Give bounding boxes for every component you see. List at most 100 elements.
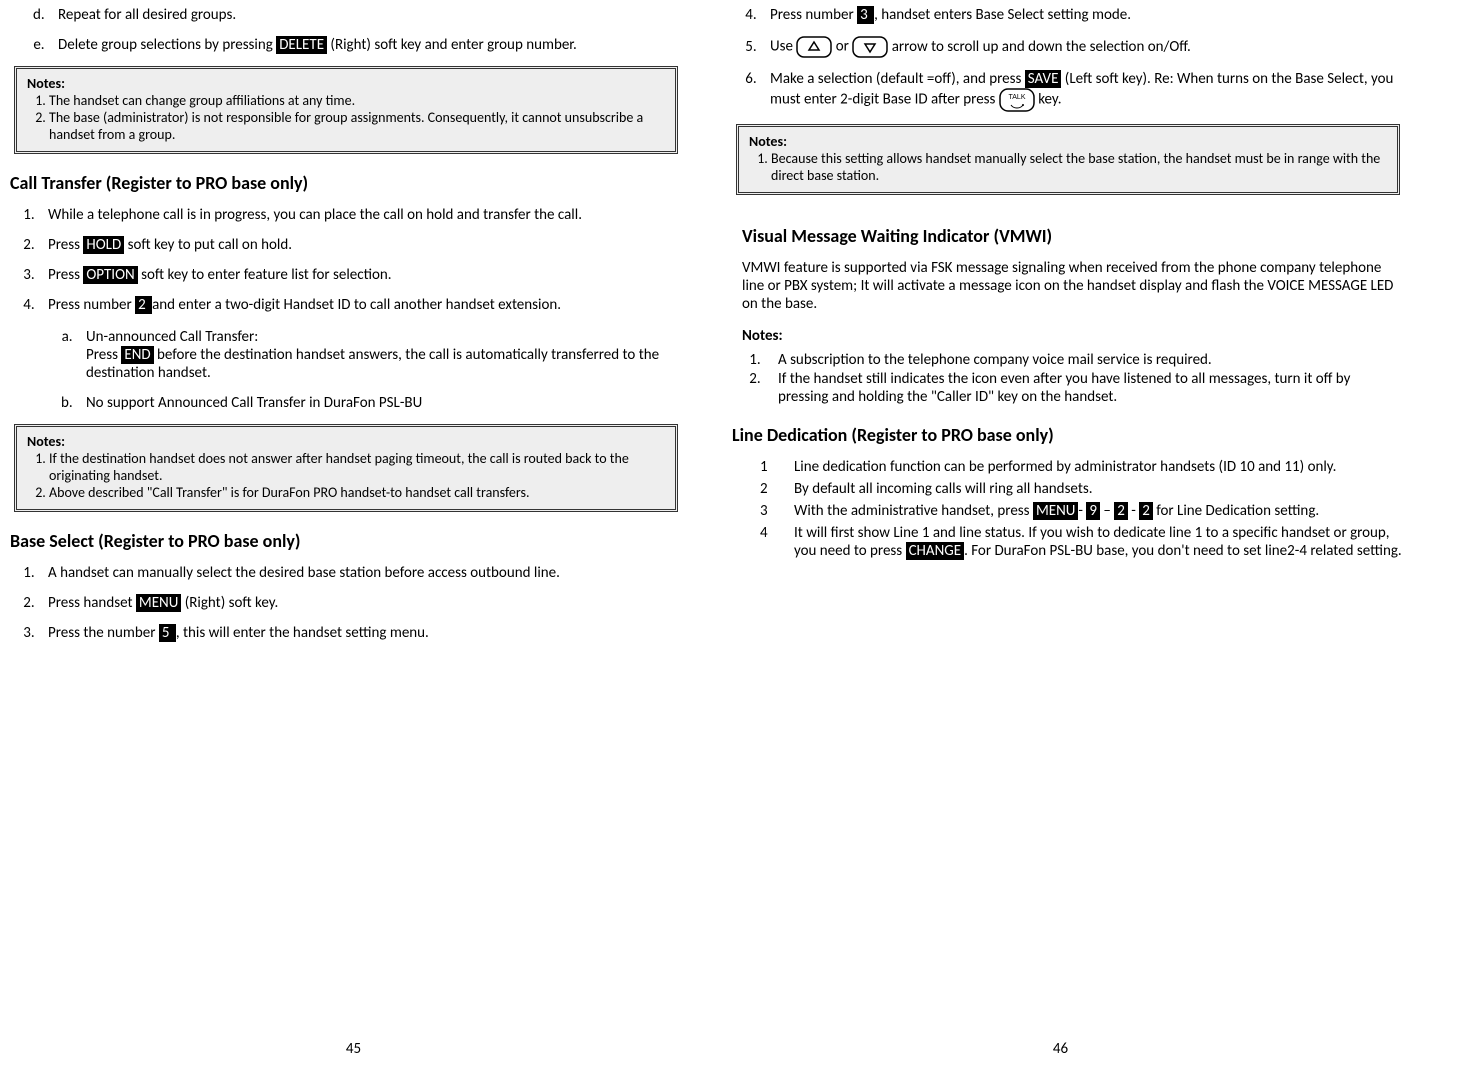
ct-step-1: While a telephone call is in progress, y…	[38, 206, 682, 224]
notes-box-1: Notes: The handset can change group affi…	[14, 66, 678, 154]
text: Delete group selections by pressing	[58, 36, 276, 54]
num: 3	[760, 502, 794, 520]
text: , this will enter the handset setting me…	[176, 624, 429, 642]
bs-step-3: Press the number 5 , this will enter the…	[38, 624, 682, 642]
svg-text:TALK: TALK	[1008, 94, 1025, 101]
hold-key: HOLD	[83, 236, 124, 254]
talk-key-icon: TALK	[999, 88, 1035, 112]
vmwi-notes-title: Notes:	[742, 327, 1404, 345]
ct-step-4: Press number 2 and enter a two-digit Han…	[38, 296, 682, 412]
text: Press number	[770, 6, 857, 24]
text: Make a selection (default =off), and pre…	[770, 70, 1025, 88]
text: soft key to put call on hold.	[124, 236, 292, 254]
page-number-left: 45	[0, 1040, 707, 1058]
ct-step-4b: No support Announced Call Transfer in Du…	[76, 394, 682, 412]
call-transfer-steps: While a telephone call is in progress, y…	[10, 206, 682, 412]
page-number-right: 46	[707, 1040, 1414, 1058]
ld-step-2: 2By default all incoming calls will ring…	[760, 480, 1404, 498]
ct-step-4a: Un-announced Call Transfer: Press END be…	[76, 328, 682, 382]
text: before the destination handset answers, …	[86, 346, 659, 382]
ct-step-3: Press OPTION soft key to enter feature l…	[38, 266, 682, 284]
text: Line dedication function can be performe…	[794, 458, 1336, 476]
text: . For DuraFon PSL-BU base, you don't nee…	[964, 542, 1402, 560]
text: –	[1100, 502, 1114, 520]
text: Press handset	[48, 594, 136, 612]
text: soft key to enter feature list for selec…	[138, 266, 392, 284]
text: key.	[1038, 91, 1061, 109]
save-key: SAVE	[1025, 70, 1062, 88]
notes-box-2: Notes: If the destination handset does n…	[14, 424, 678, 512]
base-select-steps: A handset can manually select the desire…	[10, 564, 682, 642]
text: Press	[48, 266, 83, 284]
page-right: Press number 3 , handset enters Base Sel…	[707, 0, 1414, 1068]
end-key: END	[121, 346, 153, 364]
key-9: 9	[1086, 502, 1100, 520]
num: 1	[760, 458, 794, 476]
key-2: 2	[135, 296, 152, 314]
ld-step-1: 1Line dedication function can be perform…	[760, 458, 1404, 476]
text-wrap: With the administrative handset, press M…	[794, 502, 1319, 520]
text: By default all incoming calls will ring …	[794, 480, 1093, 498]
text: Use	[770, 38, 796, 56]
text: Press the number	[48, 624, 159, 642]
vmwi-note-2: If the handset still indicates the icon …	[764, 370, 1404, 406]
vmwi-section: Visual Message Waiting Indicator (VMWI) …	[732, 225, 1404, 406]
note-1: Because this setting allows handset manu…	[771, 150, 1387, 184]
text: Un-announced Call Transfer:	[86, 328, 258, 346]
vmwi-note-1: A subscription to the telephone company …	[764, 351, 1404, 369]
notes-title: Notes:	[27, 75, 665, 92]
vmwi-paragraph: VMWI feature is supported via FSK messag…	[742, 259, 1404, 313]
menu-key: MENU	[1033, 502, 1078, 520]
notes-title: Notes:	[27, 433, 665, 450]
notes-list: Because this setting allows handset manu…	[749, 150, 1387, 184]
ld-step-4: 4 It will first show Line 1 and line sta…	[760, 524, 1404, 560]
step-d: Repeat for all desired groups.	[48, 6, 682, 24]
step-e: Delete group selections by pressing DELE…	[48, 36, 682, 54]
note-1: If the destination handset does not answ…	[49, 450, 665, 484]
ld-step-3: 3 With the administrative handset, press…	[760, 502, 1404, 520]
text: , handset enters Base Select setting mod…	[874, 6, 1131, 24]
notes-box-3: Notes: Because this setting allows hands…	[736, 124, 1400, 195]
key-2b: 2	[1139, 502, 1153, 520]
key-3: 3	[857, 6, 874, 24]
key-5: 5	[159, 624, 176, 642]
text: (Right) soft key.	[181, 594, 278, 612]
bs-step-5: Use or arrow to scroll up and down the s…	[760, 36, 1404, 58]
notes-list: If the destination handset does not answ…	[27, 450, 665, 501]
down-arrow-key-icon	[852, 36, 888, 58]
note-2: The base (administrator) is not responsi…	[49, 109, 665, 143]
ct-step-2: Press HOLD soft key to put call on hold.	[38, 236, 682, 254]
heading-base-select: Base Select (Register to PRO base only)	[10, 530, 682, 552]
note-1: The handset can change group affiliation…	[49, 92, 665, 109]
menu-key: MENU	[136, 594, 181, 612]
notes-title: Notes:	[749, 133, 1387, 150]
delete-key: DELETE	[276, 36, 327, 54]
ct-substeps: Un-announced Call Transfer: Press END be…	[48, 328, 682, 412]
base-select-steps-continued: Press number 3 , handset enters Base Sel…	[732, 6, 1404, 112]
text: arrow to scroll up and down the selectio…	[892, 38, 1191, 56]
heading-vmwi: Visual Message Waiting Indicator (VMWI)	[742, 225, 1404, 247]
text: Press number	[48, 296, 135, 314]
text: With the administrative handset, press	[794, 502, 1033, 520]
heading-line-dedication: Line Dedication (Register to PRO base on…	[732, 424, 1404, 446]
page-left: Repeat for all desired groups. Delete gr…	[0, 0, 707, 1068]
text-wrap: It will first show Line 1 and line statu…	[794, 524, 1404, 560]
text: Press	[86, 346, 121, 364]
note-2: Above described "Call Transfer" is for D…	[49, 484, 665, 501]
vmwi-notes-list: A subscription to the telephone company …	[742, 351, 1404, 406]
bs-step-1: A handset can manually select the desire…	[38, 564, 682, 582]
notes-list: The handset can change group affiliation…	[27, 92, 665, 143]
bs-step-2: Press handset MENU (Right) soft key.	[38, 594, 682, 612]
group-steps-continued: Repeat for all desired groups. Delete gr…	[10, 6, 682, 54]
text: for Line Dedication setting.	[1153, 502, 1319, 520]
change-key: CHANGE	[906, 542, 965, 560]
option-key: OPTION	[83, 266, 137, 284]
text: and enter a two-digit Handset ID to call…	[152, 296, 561, 314]
bs-step-4: Press number 3 , handset enters Base Sel…	[760, 6, 1404, 24]
text: or	[836, 38, 853, 56]
num: 2	[760, 480, 794, 498]
up-arrow-key-icon	[796, 36, 832, 58]
key-2: 2	[1114, 502, 1128, 520]
text: Press	[48, 236, 83, 254]
bs-step-6: Make a selection (default =off), and pre…	[760, 70, 1404, 112]
